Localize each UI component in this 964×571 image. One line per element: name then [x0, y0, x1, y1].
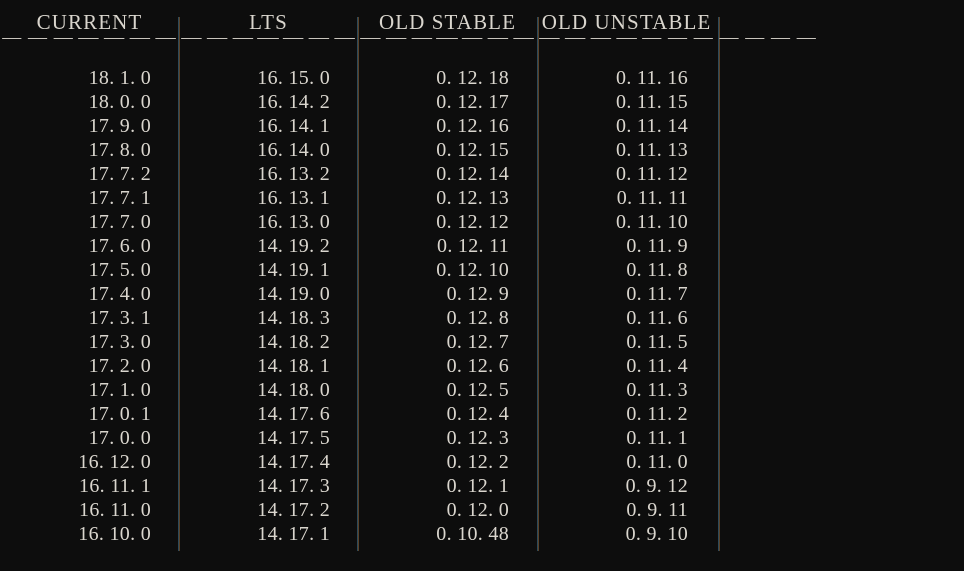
version-row: 16. 13. 1	[257, 187, 330, 209]
version-row: 14. 18. 1	[257, 355, 330, 377]
version-row: 16. 15. 0	[257, 67, 330, 89]
column-body-lts: 16. 15. 0 16. 14. 2 16. 14. 1 16. 14. 0 …	[179, 66, 358, 546]
version-row: 14. 17. 1	[257, 523, 330, 545]
version-row: 14. 17. 6	[257, 403, 330, 425]
version-row: 16. 10. 0	[78, 523, 151, 545]
version-row: 16. 14. 0	[257, 139, 330, 161]
column-body-current: 18. 1. 0 18. 0. 0 17. 9. 0 17. 8. 0 17. …	[0, 66, 179, 546]
column-old-unstable: OLD UNSTABLE — — — — — — — — — — — — — —…	[436, 0, 816, 546]
version-row: 17. 7. 2	[88, 163, 151, 185]
version-row: 0. 11. 3	[626, 379, 688, 401]
version-row: 0. 11. 4	[626, 355, 688, 377]
version-row: 0. 11. 2	[626, 403, 688, 425]
version-row: 0. 11. 5	[626, 331, 688, 353]
version-row: 14. 18. 3	[257, 307, 330, 329]
version-row: 0. 12. 3	[446, 427, 509, 449]
version-row: 16. 14. 1	[257, 115, 330, 137]
version-row: 17. 3. 0	[88, 331, 151, 353]
version-row: 14. 18. 0	[257, 379, 330, 401]
version-row: 0. 12. 8	[446, 307, 509, 329]
version-row: 17. 7. 0	[88, 211, 151, 233]
version-row: 17. 4. 0	[88, 283, 151, 305]
version-row: 0. 11. 1	[626, 427, 688, 449]
version-row: 14. 18. 2	[257, 331, 330, 353]
version-row: 0. 12. 5	[446, 379, 509, 401]
version-table-board: CURRENT — — — — — — — — — — — — — — — 18…	[0, 0, 964, 571]
version-row: 0. 10. 48	[436, 523, 509, 545]
version-row: 14. 17. 4	[257, 451, 330, 473]
column-header-old-unstable: OLD UNSTABLE	[541, 10, 712, 34]
version-row: 0. 12. 2	[446, 451, 509, 473]
version-row: 0. 12. 12	[436, 211, 509, 233]
column-lts: LTS — — — — — — — — — — — — — — — 16. 15…	[78, 0, 458, 546]
version-row: 16. 11. 0	[79, 499, 151, 521]
column-current: CURRENT — — — — — — — — — — — — — — — 18…	[0, 0, 279, 546]
version-row: 0. 12. 13	[436, 187, 509, 209]
version-row: 0. 11. 16	[616, 67, 688, 89]
version-row: 0. 11. 15	[616, 91, 688, 113]
column-header-current: CURRENT	[36, 10, 143, 34]
version-row: 16. 13. 2	[257, 163, 330, 185]
version-row: 14. 19. 0	[257, 283, 330, 305]
column-header-lts: LTS	[249, 10, 288, 34]
version-row: 0. 12. 11	[437, 235, 509, 257]
version-row: 0. 12. 17	[436, 91, 509, 113]
version-row: 0. 9. 11	[626, 499, 688, 521]
column-body-old-unstable: 0. 11. 16 0. 11. 15 0. 11. 14 0. 11. 13 …	[537, 66, 716, 546]
version-row: 17. 0. 0	[88, 427, 151, 449]
version-row: 14. 17. 5	[257, 427, 330, 449]
version-row: 14. 19. 2	[257, 235, 330, 257]
version-row: 17. 2. 0	[88, 355, 151, 377]
version-row: 16. 14. 2	[257, 91, 330, 113]
version-row: 14. 17. 3	[257, 475, 330, 497]
version-row: 17. 5. 0	[88, 259, 151, 281]
version-row: 0. 11. 10	[616, 211, 688, 233]
version-row: 0. 12. 18	[436, 67, 509, 89]
version-row: 0. 11. 0	[626, 451, 688, 473]
version-row: 0. 11. 6	[626, 307, 688, 329]
version-row: 0. 11. 8	[626, 259, 688, 281]
version-row: 0. 11. 12	[616, 163, 688, 185]
version-row: 0. 12. 9	[446, 283, 509, 305]
column-header-old-stable: OLD STABLE	[378, 10, 517, 34]
version-row: 17. 8. 0	[88, 139, 151, 161]
version-row: 17. 9. 0	[88, 115, 151, 137]
version-row: 14. 17. 2	[257, 499, 330, 521]
version-row: 0. 12. 14	[436, 163, 509, 185]
version-row: 0. 12. 16	[436, 115, 509, 137]
version-row: 17. 0. 1	[88, 403, 151, 425]
column-body-old-stable: 0. 12. 18 0. 12. 17 0. 12. 16 0. 12. 15 …	[358, 66, 537, 546]
version-row: 18. 0. 0	[88, 91, 151, 113]
version-row: 0. 9. 12	[625, 475, 688, 497]
column-header-rule-old-unstable: — — — — — — — — — — — — — — —	[436, 33, 817, 48]
version-row: 0. 11. 14	[616, 115, 688, 137]
version-row: 16. 11. 1	[79, 475, 151, 497]
version-row: 0. 12. 0	[446, 499, 509, 521]
version-row: 18. 1. 0	[88, 67, 151, 89]
version-row: 17. 1. 0	[88, 379, 151, 401]
version-row: 16. 12. 0	[78, 451, 151, 473]
version-row: 17. 7. 1	[88, 187, 151, 209]
version-row: 0. 12. 7	[446, 331, 509, 353]
version-row: 0. 11. 9	[626, 235, 688, 257]
version-row: 16. 13. 0	[257, 211, 330, 233]
version-row: 17. 3. 1	[88, 307, 151, 329]
version-row: 0. 12. 10	[436, 259, 509, 281]
version-row: 0. 12. 15	[436, 139, 509, 161]
version-row: 0. 12. 6	[446, 355, 509, 377]
column-old-stable: OLD STABLE — — — — — — — — — — — — — — —…	[257, 0, 637, 546]
version-row: 0. 11. 11	[616, 187, 688, 209]
version-row: 0. 12. 1	[446, 475, 509, 497]
version-row: 0. 11. 7	[626, 283, 688, 305]
version-row: 0. 9. 10	[625, 523, 688, 545]
version-row: 14. 19. 1	[257, 259, 330, 281]
version-columns: CURRENT — — — — — — — — — — — — — — — 18…	[0, 0, 964, 571]
version-row: 0. 11. 13	[616, 139, 688, 161]
version-row: 0. 12. 4	[446, 403, 509, 425]
version-row: 17. 6. 0	[88, 235, 151, 257]
